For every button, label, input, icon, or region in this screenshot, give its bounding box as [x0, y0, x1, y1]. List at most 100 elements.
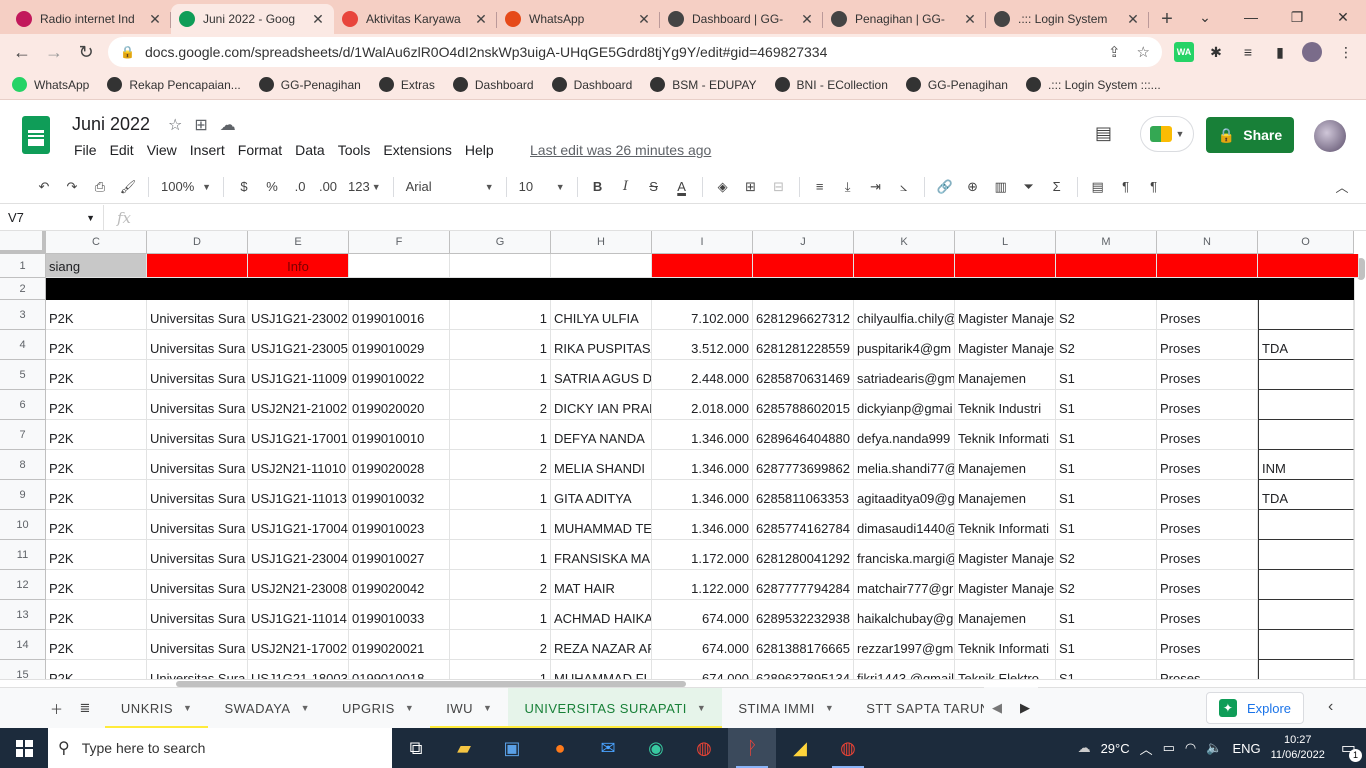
data-cell[interactable]: 2: [450, 630, 551, 660]
data-cell[interactable]: [1258, 600, 1354, 630]
data-cell[interactable]: TDA: [1258, 480, 1354, 510]
data-cell[interactable]: Manajemen: [955, 360, 1056, 390]
browser-tab[interactable]: Dashboard | GG- ✕: [660, 4, 823, 34]
comment-history-icon[interactable]: ▤: [1095, 123, 1112, 144]
chrome-menu-icon[interactable]: ⋮: [1336, 42, 1356, 62]
scroll-tabs-right-icon[interactable]: ▶: [1020, 700, 1030, 716]
data-cell[interactable]: Magister Manaje: [955, 540, 1056, 570]
column-header[interactable]: G: [450, 231, 551, 254]
decrease-decimal-button[interactable]: .0: [286, 175, 314, 199]
document-title[interactable]: Juni 2022: [72, 114, 150, 135]
close-tab-icon[interactable]: ✕: [1125, 11, 1141, 28]
data-cell[interactable]: S1: [1056, 390, 1157, 420]
menu-view[interactable]: View: [143, 142, 181, 158]
data-cell[interactable]: [1258, 420, 1354, 450]
data-cell[interactable]: Manajemen: [955, 480, 1056, 510]
data-cell[interactable]: S1: [1056, 450, 1157, 480]
data-cell[interactable]: 1: [450, 600, 551, 630]
side-panel-icon[interactable]: ▮: [1270, 42, 1290, 62]
menu-edit[interactable]: Edit: [106, 142, 138, 158]
data-cell[interactable]: 0199010033: [349, 600, 450, 630]
data-cell[interactable]: Universitas Sura: [147, 420, 248, 450]
row-header[interactable]: 11: [0, 540, 46, 570]
data-cell[interactable]: FRANSISKA MAR: [551, 540, 652, 570]
data-cell[interactable]: 6281388176665: [753, 630, 854, 660]
data-cell[interactable]: Universitas Sura: [147, 540, 248, 570]
sticky-notes-icon[interactable]: ◢: [776, 728, 824, 768]
borders-icon[interactable]: ⊞: [737, 175, 765, 199]
column-header[interactable]: E: [248, 231, 349, 254]
header-cell[interactable]: [551, 254, 652, 278]
browser-tab[interactable]: WhatsApp ✕: [497, 4, 660, 34]
data-cell[interactable]: 0199020028: [349, 450, 450, 480]
horizontal-align-icon[interactable]: ≡: [806, 175, 834, 199]
restore-icon[interactable]: ❐: [1274, 0, 1320, 34]
data-cell[interactable]: P2K: [46, 540, 147, 570]
data-cell[interactable]: 6289637895134: [753, 660, 854, 679]
data-cell[interactable]: Proses: [1157, 600, 1258, 630]
data-cell[interactable]: Manajemen: [955, 450, 1056, 480]
data-cell[interactable]: Universitas Sura: [147, 570, 248, 600]
data-cell[interactable]: S1: [1056, 420, 1157, 450]
browser-tab[interactable]: Penagihan | GG- ✕: [823, 4, 986, 34]
chrome-profile-icon[interactable]: ◍: [824, 728, 872, 768]
close-tab-icon[interactable]: ✕: [473, 11, 489, 28]
paragraph-rtl-icon[interactable]: ¶: [1140, 175, 1168, 199]
sheet-tab[interactable]: UNKRIS ▼: [104, 688, 209, 729]
row-header[interactable]: 5: [0, 360, 46, 390]
data-cell[interactable]: Magister Manaje: [955, 330, 1056, 360]
new-tab-icon[interactable]: +: [1149, 4, 1185, 34]
data-cell[interactable]: agitaaditya09@g: [854, 480, 955, 510]
row-header[interactable]: 2: [0, 278, 46, 300]
whatsapp-extension-icon[interactable]: WA: [1174, 42, 1194, 62]
increase-decimal-button[interactable]: .00: [314, 175, 342, 199]
data-cell[interactable]: Teknik Informati: [955, 510, 1056, 540]
data-cell[interactable]: Proses: [1157, 330, 1258, 360]
row-header[interactable]: 15: [0, 660, 46, 679]
profile-avatar-icon[interactable]: [1302, 42, 1322, 62]
data-cell[interactable]: [1258, 390, 1354, 420]
header-cell[interactable]: [349, 254, 450, 278]
header-cell[interactable]: [955, 254, 1056, 278]
sheet-tab[interactable]: SWADAYA ▼: [208, 688, 326, 729]
data-cell[interactable]: Universitas Sura: [147, 360, 248, 390]
data-cell[interactable]: 6281281228559: [753, 330, 854, 360]
data-cell[interactable]: melia.shandi77@: [854, 450, 955, 480]
freeze-icon[interactable]: ▤: [1084, 175, 1112, 199]
menu-help[interactable]: Help: [461, 142, 498, 158]
merge-cells-icon[interactable]: ⊟: [765, 175, 793, 199]
bookmark-item[interactable]: Rekap Pencapaian...: [107, 77, 241, 92]
insert-link-icon[interactable]: 🔗: [931, 175, 959, 199]
edge-icon[interactable]: ◉: [632, 728, 680, 768]
paint-format-icon[interactable]: 🖌: [114, 175, 142, 199]
header-cell[interactable]: siang: [46, 254, 147, 278]
data-cell[interactable]: USJ1G21-11009: [248, 360, 349, 390]
undo-icon[interactable]: ↶: [30, 175, 58, 199]
data-cell[interactable]: SATRIA AGUS DE: [551, 360, 652, 390]
browser-tab[interactable]: Aktivitas Karyawa ✕: [334, 4, 497, 34]
data-cell[interactable]: Universitas Sura: [147, 510, 248, 540]
name-box[interactable]: V7 ▼: [0, 204, 104, 231]
column-header[interactable]: M: [1056, 231, 1157, 254]
column-header[interactable]: N: [1157, 231, 1258, 254]
data-cell[interactable]: S1: [1056, 360, 1157, 390]
column-header[interactable]: F: [349, 231, 450, 254]
data-cell[interactable]: USJ1G21-17001: [248, 420, 349, 450]
data-cell[interactable]: 0199020042: [349, 570, 450, 600]
data-cell[interactable]: USJ1G21-11014: [248, 600, 349, 630]
lock-icon[interactable]: 🔒: [120, 45, 135, 59]
bookmark-item[interactable]: Extras: [378, 77, 435, 92]
data-cell[interactable]: 3.512.000: [652, 330, 753, 360]
bold-icon[interactable]: B: [584, 175, 612, 199]
insert-comment-icon[interactable]: ⊕: [959, 175, 987, 199]
data-cell[interactable]: USJ1G21-23002: [248, 300, 349, 330]
data-cell[interactable]: Universitas Sura: [147, 450, 248, 480]
collapse-toolbar-icon[interactable]: ︿: [1328, 175, 1356, 199]
app-active-icon[interactable]: ᚹ: [728, 728, 776, 768]
data-cell[interactable]: 1.122.000: [652, 570, 753, 600]
data-cell[interactable]: USJ2N21-11010: [248, 450, 349, 480]
sheet-tab[interactable]: UNIVERSITAS SURAPATI ▼: [508, 687, 723, 729]
data-cell[interactable]: Proses: [1157, 300, 1258, 330]
data-cell[interactable]: [1258, 360, 1354, 390]
data-cell[interactable]: 6285788602015: [753, 390, 854, 420]
